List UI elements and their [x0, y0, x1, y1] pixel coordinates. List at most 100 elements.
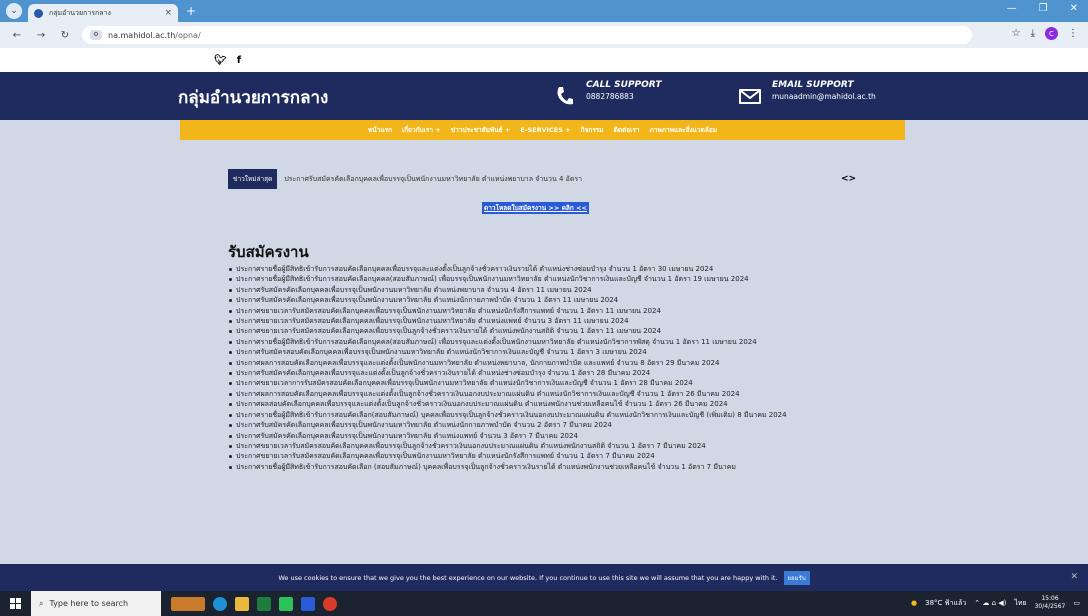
profile-avatar[interactable]: C [1045, 27, 1058, 40]
minimize-icon[interactable]: — [1007, 3, 1017, 14]
toolbar-right: ☆ ⤓ C ⋮ [1012, 27, 1078, 40]
cookie-text: We use cookies to ensure that we give yo… [278, 573, 778, 582]
cortana-icon[interactable] [171, 596, 205, 611]
url-path: /opna/ [175, 30, 201, 40]
job-list-item[interactable]: ประกาศขยายเวลารับสมัครสอบคัดเลือกบุคคลเพ… [228, 316, 858, 326]
job-list-item[interactable]: ประกาศผลสอบคัดเลือกบุคคลเพื่อบรรจุและแต่… [228, 399, 858, 409]
maximize-icon[interactable]: ❐ [1039, 3, 1048, 14]
bookmark-star-icon[interactable]: ☆ [1012, 28, 1021, 39]
job-list-item[interactable]: ประกาศขยายเวลารับสมัครสอบคัดเลือกบุคคลเพ… [228, 326, 858, 336]
job-list: ประกาศรายชื่อผู้มีสิทธิเข้ารับการสอบคัดเ… [228, 264, 858, 472]
windows-taskbar: ⌕ Type here to search ● 38°C ฟ้าแล้ว ⌃ ☁… [0, 591, 1088, 616]
file-explorer-icon[interactable] [235, 596, 249, 611]
job-list-item[interactable]: ประกาศขยายเวลารับสมัครสอบคัดเลือกบุคคลเพ… [228, 306, 858, 316]
tab-title: กลุ่มอำนวยการกลาง [49, 8, 111, 17]
clock-date: 30/4/2567 [1034, 603, 1066, 610]
weather-icon: ● [911, 599, 918, 607]
url-host: na.mahidol.ac.th [108, 30, 176, 40]
cookie-close-icon[interactable]: ✕ [1070, 572, 1078, 582]
tab-close-icon[interactable]: × [164, 8, 172, 18]
twitter-icon[interactable]: 🐦︎ [214, 55, 227, 66]
social-bar: 🐦︎ f [0, 48, 1088, 72]
cookie-accept-button[interactable]: ยอมรับ [783, 570, 810, 585]
search-icon: ⌕ [39, 598, 44, 608]
ticker-label: ข่าวใหม่ล่าสุด [228, 169, 278, 189]
page-heading: รับสมัครงาน [228, 243, 309, 261]
menu-item-eservices[interactable]: E-SERVICES + [520, 126, 570, 134]
main-content: ข่าวใหม่ล่าสุด ประกาศรับสมัครคัดเลือกบุค… [180, 140, 905, 564]
job-list-item[interactable]: ประกาศผลการสอบคัดเลือกบุคคลเพื่อบรรจุและ… [228, 389, 858, 399]
address-bar-row: ← → ↻ ⚙ na.mahidol.ac.th/opna/ ☆ ⤓ C ⋮ [0, 22, 1088, 48]
browser-tab-bar: ⌄ กลุ่มอำนวยการกลาง × + — ❐ ✕ [0, 0, 1088, 22]
job-list-item[interactable]: ประกาศขยายเวลารับสมัครสอบคัดเลือกบุคคลเพ… [228, 441, 858, 451]
job-list-item[interactable]: ประกาศผลการสอบคัดเลือกบุคคลเพื่อบรรจุและ… [228, 358, 858, 368]
download-application-link[interactable]: ดาวโหลดใบสมัครงาน >> คลิก << [482, 202, 590, 214]
site-info-icon[interactable]: ⚙ [90, 30, 102, 40]
taskbar-apps [171, 596, 337, 611]
weather-text[interactable]: 38°C ฟ้าแล้ว [925, 598, 966, 609]
back-icon[interactable]: ← [10, 30, 24, 41]
edge-icon[interactable] [213, 596, 227, 611]
windows-start-icon[interactable] [10, 598, 21, 609]
call-support: CALL SUPPORT 0882786883 [586, 80, 661, 101]
job-list-item[interactable]: ประกาศรายชื่อผู้มีสิทธิเข้ารับการสอบคัดเ… [228, 264, 858, 274]
taskbar-search-input[interactable]: ⌕ Type here to search [31, 591, 161, 616]
system-tray: ● 38°C ฟ้าแล้ว ⌃ ☁ ⌂ ◀) ไทย 15:06 30/4/2… [911, 595, 1080, 611]
job-list-item[interactable]: ประกาศรายชื่อผู้มีสิทธิเข้ารับการสอบคัดเ… [228, 337, 858, 347]
job-list-item[interactable]: ประกาศขยายเวลารับสมัครสอบคัดเลือกบุคคลเพ… [228, 451, 858, 461]
news-ticker: ข่าวใหม่ล่าสุด ประกาศรับสมัครคัดเลือกบุค… [228, 169, 582, 189]
site-favicon-icon [34, 8, 43, 18]
tray-icons[interactable]: ⌃ ☁ ⌂ ◀) [974, 599, 1006, 607]
language-indicator[interactable]: ไทย [1014, 598, 1026, 609]
cookie-banner: We use cookies to ensure that we give yo… [0, 564, 1088, 591]
menu-item-home[interactable]: หน้าแรก [368, 125, 392, 135]
line-icon[interactable] [279, 596, 293, 611]
url-input[interactable]: ⚙ na.mahidol.ac.th/opna/ [82, 26, 972, 44]
word-icon[interactable] [301, 596, 315, 611]
job-list-item[interactable]: ประกาศรับสมัครคัดเลือกบุคคลเพื่อบรรจุเป็… [228, 295, 858, 305]
download-icon[interactable]: ⤓ [1031, 28, 1035, 39]
job-list-item[interactable]: ประกาศขยายเวลาการรับสมัครสอบคัดเลือกบุคค… [228, 378, 858, 388]
clock[interactable]: 15:06 30/4/2567 [1035, 595, 1066, 611]
job-list-item[interactable]: ประกาศรายชื่อผู้มีสิทธิเข้ารับการสอบคัดเ… [228, 410, 858, 420]
ticker-arrows[interactable]: <> [841, 174, 856, 184]
job-list-item[interactable]: ประกาศรับสมัครคัดเลือกบุคคลเพื่อบรรจุเป็… [228, 420, 858, 430]
email-support-label: EMAIL SUPPORT [772, 80, 854, 90]
menu-item-environment[interactable]: ภาพภาพและสิ่งแวดล้อม [650, 125, 717, 135]
browser-menu-icon[interactable]: ⋮ [1068, 28, 1078, 39]
job-list-item[interactable]: ประกาศรับสมัครสอบคัดเลือกบุคคลเพื่อบรรจุ… [228, 347, 858, 357]
reload-icon[interactable]: ↻ [58, 30, 72, 41]
excel-icon[interactable] [257, 596, 271, 611]
tab-search-icon[interactable]: ⌄ [6, 3, 22, 19]
clock-time: 15:06 [1041, 595, 1059, 602]
menu-item-news[interactable]: ข่าวประชาสัมพันธ์ + [451, 125, 511, 135]
email-support-address[interactable]: munaadmin@mahidol.ac.th [772, 92, 876, 101]
menu-item-about[interactable]: เกี่ยวกับเรา + [402, 125, 441, 135]
forward-icon[interactable]: → [34, 30, 48, 41]
menu-item-contact[interactable]: ติดต่อเรา [614, 125, 640, 135]
taskbar-search-placeholder: Type here to search [49, 599, 129, 608]
job-list-item[interactable]: ประกาศรับสมัครคัดเลือกบุคคลเพื่อบรรจุเป็… [228, 431, 858, 441]
call-support-number[interactable]: 0882786883 [586, 92, 661, 101]
site-header: กลุ่มอำนวยการกลาง CALL SUPPORT 088278688… [0, 72, 1088, 120]
ticker-text[interactable]: ประกาศรับสมัครคัดเลือกบุคคลเพื่อบรรจุเป็… [284, 174, 582, 185]
notification-icon[interactable]: ▭ [1073, 599, 1080, 607]
facebook-icon[interactable]: f [237, 55, 241, 66]
window-controls: — ❐ ✕ [1007, 3, 1078, 14]
browser-tab[interactable]: กลุ่มอำนวยการกลาง × [28, 4, 178, 22]
chrome-icon[interactable] [323, 596, 337, 611]
job-list-item[interactable]: ประกาศรายชื่อผู้มีสิทธิเข้ารับการสอบคัดเ… [228, 274, 858, 284]
job-list-item[interactable]: ประกาศรับสมัครคัดเลือกบุคคลเพื่อบรรจุและ… [228, 368, 858, 378]
web-page: 🐦︎ f กลุ่มอำนวยการกลาง CALL SUPPORT 0882… [0, 48, 1088, 564]
call-support-label: CALL SUPPORT [586, 80, 662, 90]
job-list-item[interactable]: ประกาศรายชื่อผู้มีสิทธิเข้ารับการสอบคัดเ… [228, 462, 858, 472]
email-support: EMAIL SUPPORT munaadmin@mahidol.ac.th [772, 80, 876, 101]
menu-item-activities[interactable]: กิจกรรม [581, 125, 604, 135]
mail-icon [739, 89, 761, 104]
job-list-item[interactable]: ประกาศรับสมัครคัดเลือกบุคคลเพื่อบรรจุเป็… [228, 285, 858, 295]
close-window-icon[interactable]: ✕ [1070, 3, 1078, 14]
site-brand[interactable]: กลุ่มอำนวยการกลาง [178, 84, 328, 111]
main-menu: หน้าแรก เกี่ยวกับเรา + ข่าวประชาสัมพันธ์… [180, 120, 905, 140]
phone-icon [557, 87, 573, 105]
new-tab-button[interactable]: + [186, 4, 196, 18]
